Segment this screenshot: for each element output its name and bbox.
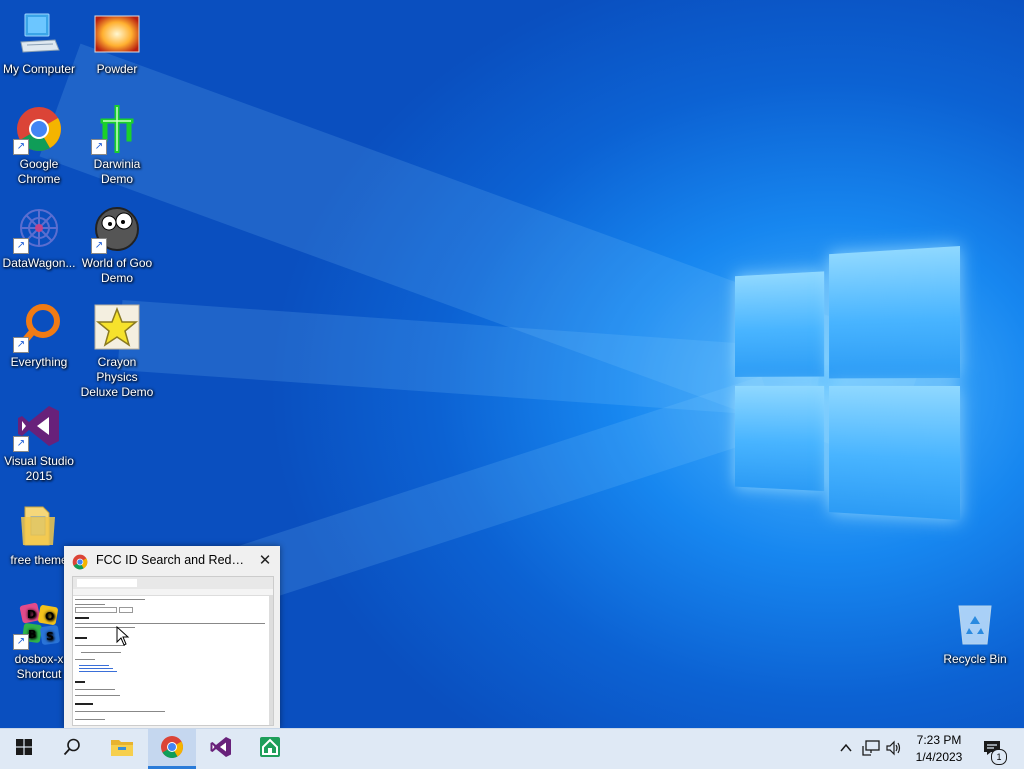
desktop: My Computer ↗ Google Chrome ↗ DataWagon.… [0,0,1024,728]
desktop-icon-powder[interactable]: Powder [78,10,156,77]
taskbar: 7:23 PM 1/4/2023 1 [0,728,1024,769]
shortcut-arrow-icon: ↗ [91,139,107,155]
icon-label: My Computer [0,62,78,77]
darwinia-icon: ↗ [93,105,141,153]
icon-label: Powder [78,62,156,77]
powder-icon [93,10,141,58]
visual-studio-icon: ↗ [15,402,63,450]
shortcut-arrow-icon: ↗ [13,634,29,650]
preview-thumbnail [72,576,274,726]
search-icon [63,738,81,761]
start-icon [16,739,32,760]
recycle-bin-icon [951,600,999,648]
icon-label: World of Goo Demo [78,256,156,286]
visual-studio-icon [209,735,233,764]
icon-label: Recycle Bin [936,652,1014,667]
desktop-icon-google-chrome[interactable]: ↗ Google Chrome [0,105,78,187]
icon-label: Darwinia Demo [78,157,156,187]
folder-icon [15,501,63,549]
taskbar-visual-studio[interactable] [197,729,245,769]
chrome-icon: ↗ [15,105,63,153]
notification-badge: 1 [991,749,1007,765]
shortcut-arrow-icon: ↗ [13,337,29,353]
preview-close-button[interactable]: ✕ [254,550,276,572]
shortcut-arrow-icon: ↗ [13,436,29,452]
shortcut-arrow-icon: ↗ [13,238,29,254]
preview-title: FCC ID Search and Redire... [96,553,246,567]
everything-search-icon: ↗ [15,303,63,351]
desktop-icon-crayon-physics[interactable]: Crayon Physics Deluxe Demo [78,303,156,400]
windows-logo-wallpaper [735,246,960,524]
computer-icon [15,10,63,58]
network-icon[interactable] [862,740,880,761]
taskbar-window-preview[interactable]: FCC ID Search and Redire... ✕ [64,546,280,728]
svg-text:S: S [46,630,54,643]
taskbar-chrome[interactable] [148,729,196,769]
svg-text:B: B [28,628,36,641]
chrome-icon [72,554,88,575]
desktop-icon-everything[interactable]: ↗ Everything [0,303,78,370]
datawagon-icon: ↗ [15,204,63,252]
start-button[interactable] [0,729,48,769]
icon-label: Visual Studio 2015 [0,454,78,484]
desktop-icon-my-computer[interactable]: My Computer [0,10,78,77]
taskbar-home-app[interactable] [246,729,294,769]
crayon-physics-icon [93,303,141,351]
mouse-cursor-icon [116,626,130,651]
svg-text:O: O [45,610,54,623]
desktop-icon-darwinia[interactable]: ↗ Darwinia Demo [78,105,156,187]
clock-date: 1/4/2023 [908,750,970,764]
dosbox-icon: D O B S ↗ [15,600,63,648]
home-app-icon [259,736,281,763]
volume-icon[interactable] [885,740,903,761]
clock[interactable]: 7:23 PM 1/4/2023 [908,729,970,769]
desktop-icon-visual-studio[interactable]: ↗ Visual Studio 2015 [0,402,78,484]
svg-text:D: D [27,608,36,621]
desktop-icon-world-of-goo[interactable]: ↗ World of Goo Demo [78,204,156,286]
clock-time: 7:23 PM [908,733,970,747]
file-explorer-icon [110,737,134,762]
world-of-goo-icon: ↗ [93,204,141,252]
shortcut-arrow-icon: ↗ [13,139,29,155]
desktop-icon-recycle-bin[interactable]: Recycle Bin [936,600,1014,667]
search-button[interactable] [48,729,96,769]
icon-label: DataWagon... [0,256,78,271]
chevron-up-icon[interactable] [838,740,854,761]
icon-label: Everything [0,355,78,370]
desktop-icon-datawagon[interactable]: ↗ DataWagon... [0,204,78,271]
icon-label: Crayon Physics Deluxe Demo [78,355,156,400]
chrome-icon [160,735,184,764]
shortcut-arrow-icon: ↗ [91,238,107,254]
icon-label: Google Chrome [0,157,78,187]
taskbar-file-explorer[interactable] [98,729,146,769]
